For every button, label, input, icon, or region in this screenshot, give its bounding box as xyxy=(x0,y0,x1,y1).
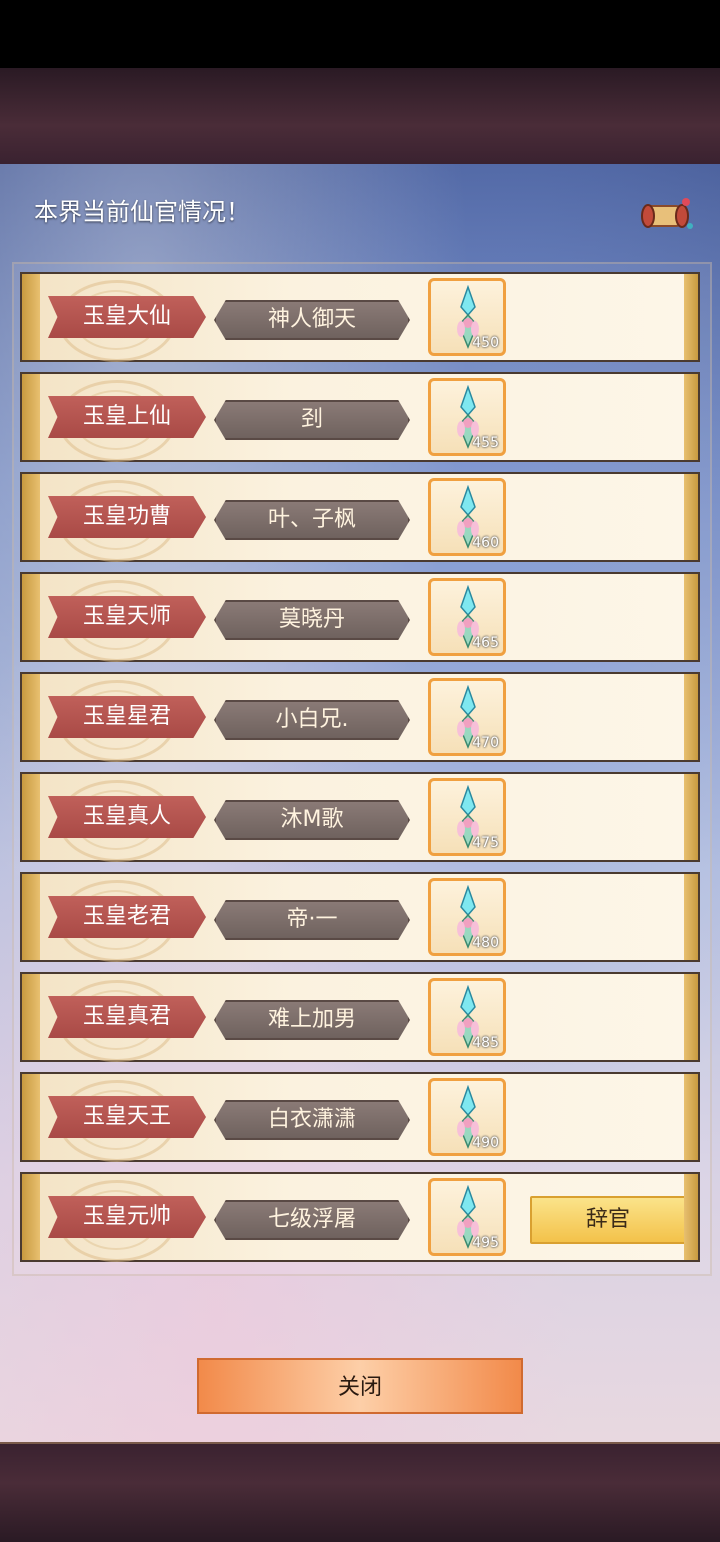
resign-button[interactable]: 辞官 xyxy=(530,1196,686,1244)
reward-item[interactable]: 475 xyxy=(428,778,506,856)
player-name: 帝·一 xyxy=(214,900,410,940)
rank-label: 玉皇星君 xyxy=(48,696,206,738)
status-bar-area xyxy=(0,0,720,68)
row-right-ornament xyxy=(684,274,698,360)
row-left-ornament xyxy=(22,874,40,960)
official-row: 玉皇星君 小白兄. 470 xyxy=(20,672,700,762)
row-right-ornament xyxy=(684,374,698,460)
row-left-ornament xyxy=(22,474,40,560)
row-left-ornament xyxy=(22,974,40,1060)
rank-label: 玉皇真君 xyxy=(48,996,206,1038)
panel-title: 本界当前仙官情况！ xyxy=(34,198,250,226)
reward-item[interactable]: 495 xyxy=(428,1178,506,1256)
reward-count: 460 xyxy=(472,535,499,551)
reward-count: 490 xyxy=(472,1135,499,1151)
reward-count: 475 xyxy=(472,835,499,851)
row-right-ornament xyxy=(684,574,698,660)
rank-label: 玉皇上仙 xyxy=(48,396,206,438)
row-right-ornament xyxy=(684,1174,698,1260)
player-name: 白衣潇潇 xyxy=(214,1100,410,1140)
row-right-ornament xyxy=(684,874,698,960)
player-name: 神人御天 xyxy=(214,300,410,340)
reward-item[interactable]: 450 xyxy=(428,278,506,356)
close-button[interactable]: 关闭 xyxy=(197,1358,523,1414)
row-left-ornament xyxy=(22,774,40,860)
scroll-icon[interactable] xyxy=(638,192,694,238)
reward-count: 485 xyxy=(472,1035,499,1051)
player-name: 叶、子枫 xyxy=(214,500,410,540)
reward-count: 480 xyxy=(472,935,499,951)
reward-count: 495 xyxy=(472,1235,499,1251)
reward-count: 455 xyxy=(472,435,499,451)
reward-item[interactable]: 485 xyxy=(428,978,506,1056)
reward-item[interactable]: 455 xyxy=(428,378,506,456)
player-name: 莫晓丹 xyxy=(214,600,410,640)
row-right-ornament xyxy=(684,1074,698,1160)
reward-count: 470 xyxy=(472,735,499,751)
official-row: 玉皇天王 白衣潇潇 490 xyxy=(20,1072,700,1162)
official-row: 玉皇老君 帝·一 480 xyxy=(20,872,700,962)
rank-label: 玉皇天师 xyxy=(48,596,206,638)
rank-label: 玉皇元帅 xyxy=(48,1196,206,1238)
row-left-ornament xyxy=(22,1074,40,1160)
reward-item[interactable]: 470 xyxy=(428,678,506,756)
player-name: 刭 xyxy=(214,400,410,440)
reward-item[interactable]: 460 xyxy=(428,478,506,556)
row-left-ornament xyxy=(22,674,40,760)
row-left-ornament xyxy=(22,574,40,660)
reward-item[interactable]: 490 xyxy=(428,1078,506,1156)
player-name: 小白兄. xyxy=(214,700,410,740)
row-right-ornament xyxy=(684,974,698,1060)
row-left-ornament xyxy=(22,1174,40,1260)
player-name: 七级浮屠 xyxy=(214,1200,410,1240)
player-name: 沐M歌 xyxy=(214,800,410,840)
official-row: 玉皇功曹 叶、子枫 460 xyxy=(20,472,700,562)
row-right-ornament xyxy=(684,774,698,860)
rank-label: 玉皇大仙 xyxy=(48,296,206,338)
rank-label: 玉皇天王 xyxy=(48,1096,206,1138)
row-left-ornament xyxy=(22,274,40,360)
rank-label: 玉皇老君 xyxy=(48,896,206,938)
top-decor-band xyxy=(0,68,720,166)
official-row: 玉皇真君 难上加男 485 xyxy=(20,972,700,1062)
reward-item[interactable]: 480 xyxy=(428,878,506,956)
official-row: 玉皇真人 沐M歌 475 xyxy=(20,772,700,862)
official-row: 玉皇天师 莫晓丹 465 xyxy=(20,572,700,662)
reward-item[interactable]: 465 xyxy=(428,578,506,656)
rank-label: 玉皇功曹 xyxy=(48,496,206,538)
row-left-ornament xyxy=(22,374,40,460)
official-row: 玉皇大仙 神人御天 450 xyxy=(20,272,700,362)
bottom-decor-band xyxy=(0,1442,720,1542)
official-row: 玉皇元帅 七级浮屠 495 辞官 xyxy=(20,1172,700,1262)
rank-label: 玉皇真人 xyxy=(48,796,206,838)
row-right-ornament xyxy=(684,474,698,560)
player-name: 难上加男 xyxy=(214,1000,410,1040)
official-row: 玉皇上仙 刭 455 xyxy=(20,372,700,462)
reward-count: 465 xyxy=(472,635,499,651)
reward-count: 450 xyxy=(472,335,499,351)
row-right-ornament xyxy=(684,674,698,760)
